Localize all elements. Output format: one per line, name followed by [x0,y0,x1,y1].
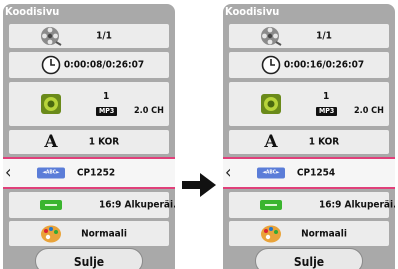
abc-codepage-icon: ◄ABC► [257,167,285,179]
aspect-ratio-icon [40,200,62,210]
clock-icon [41,55,61,75]
palette-icon [40,224,62,244]
aspect-row[interactable]: 16:9 Alkuperäi... [9,192,175,218]
audio-codec-badge: MP3 [316,107,338,116]
chevron-left-icon[interactable]: ‹ [225,164,231,182]
audio-row[interactable]: 1 MP3 2.0 CH [9,82,169,126]
speaker-icon [260,93,282,115]
clock-icon [261,55,281,75]
chevron-left-icon[interactable]: ‹ [5,164,11,182]
palette-icon [260,224,282,244]
angle-value: 1/1 [96,30,112,42]
speaker-icon [40,93,62,115]
angle-row[interactable]: 1/1 [229,24,389,48]
audio-codec-badge: MP3 [96,107,118,116]
film-reel-icon [40,26,62,46]
aspect-ratio-icon [260,200,282,210]
aspect-value: 16:9 Alkuperäi... [319,199,395,211]
audio-channels: 2.0 CH [134,106,164,116]
time-row[interactable]: 0:00:08/0:26:07 [9,52,169,78]
arrow-right-icon [182,173,216,197]
info-panel-right: Koodisivu 1/1 0:00:16/0:26:07 1 MP3 2.0 … [223,4,395,269]
close-button[interactable]: Sulje [255,248,363,269]
close-button[interactable]: Sulje [35,248,143,269]
picture-mode-row[interactable]: Normaali [229,221,389,246]
audio-track-number: 1 [323,91,330,102]
font-icon: A [264,132,278,152]
subtitle-row[interactable]: A 1 KOR [9,130,169,154]
aspect-row[interactable]: 16:9 Alkuperäi... [229,192,395,218]
film-reel-icon [260,26,282,46]
angle-row[interactable]: 1/1 [9,24,169,48]
audio-track-number: 1 [103,91,110,102]
audio-channels: 2.0 CH [354,106,384,116]
panel-title: Koodisivu [225,5,280,18]
info-panel-left: Koodisivu 1/1 0:00:08/0:26:07 1 MP3 2.0 … [3,4,175,269]
time-row[interactable]: 0:00:16/0:26:07 [229,52,389,78]
abc-codepage-icon: ◄ABC► [37,167,65,179]
font-icon: A [44,132,58,152]
code-page-row[interactable]: ‹ ◄ABC► CP1252 [3,157,175,189]
code-page-value: CP1252 [76,167,116,179]
code-page-row[interactable]: ‹ ◄ABC► CP1254 [223,157,395,189]
angle-value: 1/1 [316,30,332,42]
code-page-value: CP1254 [296,167,336,179]
audio-row[interactable]: 1 MP3 2.0 CH [229,82,389,126]
picture-mode-row[interactable]: Normaali [9,221,169,246]
panel-title: Koodisivu [5,5,60,18]
picture-mode-value: Normaali [301,228,347,239]
subtitle-row[interactable]: A 1 KOR [229,130,389,154]
subtitle-value: 1 KOR [308,136,340,148]
time-value: 0:00:16/0:26:07 [283,59,365,71]
time-value: 0:00:08/0:26:07 [63,59,145,71]
subtitle-value: 1 KOR [88,136,120,148]
picture-mode-value: Normaali [81,228,127,239]
aspect-value: 16:9 Alkuperäi... [99,199,175,211]
